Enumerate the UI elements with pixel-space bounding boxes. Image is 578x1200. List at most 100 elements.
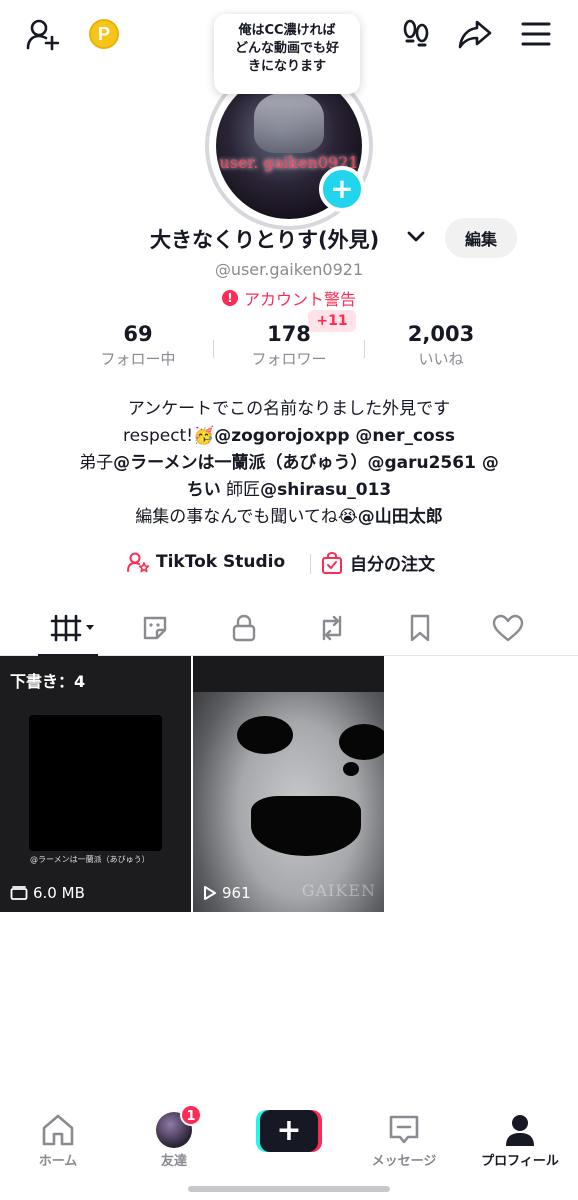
play-icon bbox=[204, 886, 216, 900]
profile-icon bbox=[506, 1115, 534, 1146]
bio-mentions[interactable]: @zogorojoxpp @ner_coss bbox=[214, 426, 455, 446]
bio-line: アンケートでこの名前なりました外見です bbox=[127, 399, 451, 419]
draft-size: 6.0 MB bbox=[10, 884, 85, 902]
followers-label: フォロワー bbox=[251, 350, 327, 368]
bio-mentions[interactable]: @shirasu_013 bbox=[260, 480, 391, 500]
drafts-tile[interactable]: 下書き：4 @ラーメンは一蘭派（あびゅう） 6.0 MB bbox=[0, 656, 191, 912]
video-tile[interactable]: GAIKEN 961 bbox=[193, 656, 384, 912]
bio-line: ちい 師匠@shirasu_013 bbox=[0, 477, 578, 504]
message-icon bbox=[389, 1115, 419, 1144]
likes-label: いいね bbox=[418, 350, 464, 368]
thumbnail-hair bbox=[193, 656, 384, 692]
tab-videos[interactable] bbox=[44, 606, 104, 650]
lock-icon bbox=[232, 614, 256, 642]
bio-mentions[interactable]: @山田太郎 bbox=[358, 507, 443, 527]
plus-icon: + bbox=[260, 1110, 318, 1152]
video-views-count: 961 bbox=[222, 884, 251, 902]
bio-text: respect!🥳 bbox=[123, 426, 215, 446]
add-avatar-plus-icon[interactable]: + bbox=[319, 166, 365, 212]
following-count: 69 bbox=[123, 322, 153, 346]
videos-grid-icon bbox=[50, 614, 94, 642]
tab-reposts[interactable] bbox=[302, 606, 362, 650]
username-handle: @user.gaiken0921 bbox=[214, 260, 364, 279]
stat-likes[interactable]: 2,003 いいね bbox=[371, 322, 511, 369]
bookmark-icon bbox=[410, 614, 430, 642]
add-friend-icon[interactable] bbox=[22, 14, 62, 54]
status-note-bubble[interactable]: 俺はCC濃ければ どんな動画でも好 きになります bbox=[214, 14, 360, 94]
tab-liked[interactable] bbox=[478, 606, 538, 650]
link-divider bbox=[310, 554, 311, 574]
thumbnail-left-eye bbox=[237, 716, 293, 754]
tiktok-studio-link[interactable]: TikTok Studio bbox=[126, 550, 285, 574]
shopping-bag-icon bbox=[322, 551, 342, 574]
menu-icon[interactable] bbox=[516, 14, 556, 54]
share-icon[interactable] bbox=[455, 14, 495, 54]
draft-size-label: 6.0 MB bbox=[33, 884, 85, 902]
draft-thumbnail bbox=[29, 715, 162, 851]
home-indicator[interactable] bbox=[188, 1186, 390, 1192]
status-note-line: どんな動画でも好 bbox=[234, 41, 339, 56]
sticker-icon bbox=[143, 616, 167, 640]
video-views: 961 bbox=[203, 884, 251, 902]
bio-text: 弟子 bbox=[79, 453, 114, 473]
followers-count: 178 bbox=[267, 322, 311, 346]
thumbnail-nose bbox=[343, 762, 359, 776]
account-warning-label: アカウント警告 bbox=[243, 290, 356, 309]
nav-friends-label: 友達 bbox=[160, 1154, 187, 1169]
friends-badge: 1 bbox=[180, 1104, 202, 1126]
drafts-title: 下書き：4 bbox=[10, 672, 86, 691]
nav-messages[interactable]: メッセージ bbox=[354, 1112, 454, 1169]
bio-mentions[interactable]: @ラーメンは一蘭派（あびゅう）@garu2561 @ bbox=[113, 453, 499, 473]
tab-saved[interactable] bbox=[390, 606, 450, 650]
following-label: フォロー中 bbox=[100, 350, 176, 368]
bio-text: 師匠 bbox=[220, 480, 261, 500]
nav-home-label: ホーム bbox=[38, 1154, 78, 1169]
chevron-down-icon[interactable] bbox=[407, 228, 425, 249]
content-tabs bbox=[0, 600, 578, 656]
edit-profile-button[interactable]: 編集 bbox=[445, 218, 517, 258]
status-note-line: きになります bbox=[247, 59, 326, 74]
friends-avatar: 1 bbox=[156, 1104, 202, 1148]
bio-line: 弟子@ラーメンは一蘭派（あびゅう）@garu2561 @ bbox=[0, 450, 578, 477]
tab-private[interactable] bbox=[214, 606, 274, 650]
nav-profile[interactable]: プロフィール bbox=[470, 1112, 570, 1169]
account-warning-link[interactable]: ! アカウント警告 bbox=[0, 286, 578, 310]
folder-icon bbox=[10, 886, 28, 900]
tiktok-studio-label: TikTok Studio bbox=[156, 552, 286, 572]
profile-bio: アンケートでこの名前なりました外見です respect!🥳@zogorojoxp… bbox=[0, 396, 578, 531]
bio-mentions[interactable]: ちい bbox=[187, 480, 221, 500]
nav-messages-label: メッセージ bbox=[371, 1154, 437, 1169]
warning-icon: ! bbox=[221, 290, 238, 306]
my-orders-label: 自分の注文 bbox=[350, 555, 435, 575]
studio-person-icon bbox=[127, 552, 150, 573]
coin-icon[interactable]: P bbox=[84, 14, 124, 54]
draft-caption: @ラーメンは一蘭派（あびゅう） bbox=[30, 855, 150, 864]
heart-icon bbox=[492, 614, 524, 642]
video-thumbnail bbox=[193, 656, 384, 912]
create-button[interactable]: + bbox=[256, 1110, 322, 1152]
bio-text: 編集の事なんでも聞いてね😭 bbox=[135, 507, 358, 527]
avatar-figure bbox=[254, 93, 324, 153]
bio-line: respect!🥳@zogorojoxpp @ner_coss bbox=[0, 423, 578, 450]
stat-following[interactable]: 69 フォロー中 bbox=[68, 322, 208, 369]
nav-friends[interactable]: 1 友達 bbox=[124, 1104, 224, 1169]
video-grid: 下書き：4 @ラーメンは一蘭派（あびゅう） 6.0 MB GAIKEN 961 bbox=[0, 656, 578, 912]
stat-divider bbox=[213, 340, 214, 358]
stats-row: 69 フォロー中 178 フォロワー 2,003 いいね bbox=[0, 322, 578, 382]
likes-count: 2,003 bbox=[407, 322, 475, 346]
status-note-line: 俺はCC濃ければ bbox=[238, 23, 336, 38]
nav-profile-label: プロフィール bbox=[481, 1154, 559, 1169]
bio-line: 編集の事なんでも聞いてね😭@山田太郎 bbox=[0, 504, 578, 531]
repost-icon bbox=[322, 615, 342, 641]
thumbnail-right-eye bbox=[339, 724, 384, 760]
stat-followers[interactable]: 178 フォロワー bbox=[219, 322, 359, 369]
footprints-icon[interactable] bbox=[396, 14, 436, 54]
stat-divider bbox=[364, 340, 365, 358]
tab-stickers[interactable] bbox=[125, 606, 185, 650]
thumbnail-mouth bbox=[251, 796, 361, 856]
bottom-nav: ホーム 1 友達 + メッセージ プロフィール bbox=[0, 1100, 578, 1200]
home-icon bbox=[42, 1114, 74, 1146]
nav-home[interactable]: ホーム bbox=[8, 1112, 108, 1169]
my-orders-link[interactable]: 自分の注文 bbox=[320, 550, 435, 575]
display-name[interactable]: 大きなくりとりす(外見) bbox=[150, 224, 379, 254]
